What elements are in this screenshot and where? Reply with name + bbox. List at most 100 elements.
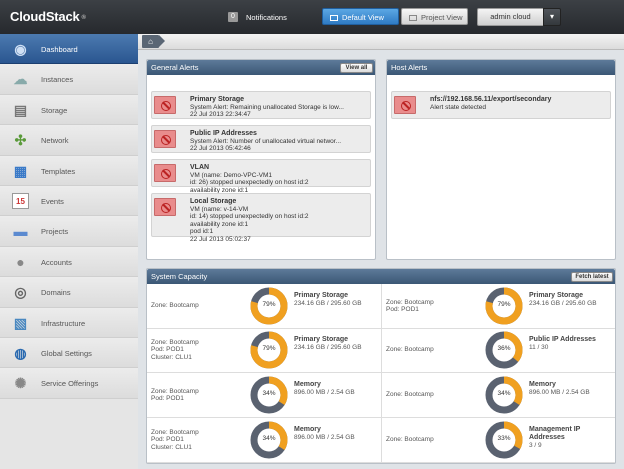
capacity-scope-line: Pod: POD1 xyxy=(151,346,184,354)
sidebar-item-label: Instances xyxy=(41,75,74,85)
alert-detail: id: 14) stopped unexpectedly on host id:… xyxy=(190,213,309,220)
sidebar-item-accounts[interactable]: ● Accounts xyxy=(0,246,138,278)
capacity-donut-chart: 34% xyxy=(484,375,524,415)
capacity-cell: Zone: Bootcamp Pod: POD1 Cluster: CLU1 79% P… xyxy=(147,328,382,373)
alert-item[interactable]: Public IP Addresses System Alert: Number … xyxy=(151,125,371,153)
sidebar-item-domains[interactable]: ◎ Domains xyxy=(0,277,138,308)
project-view-button[interactable]: Project View xyxy=(401,8,468,25)
sidebar-item-service-offerings[interactable]: ✺ Service Offerings xyxy=(0,368,138,399)
capacity-donut-chart: 33% xyxy=(484,420,524,460)
donut-percent-label: 36% xyxy=(497,345,511,352)
sidebar-item-dashboard[interactable]: ◉ Dashboard xyxy=(0,34,138,65)
capacity-cell: Zone: Bootcamp 36% Public IP Addresses 11 /… xyxy=(382,328,615,373)
top-bar: CloudStack ® 0 Notifications Default View… xyxy=(0,0,624,34)
alert-text: nfs://192.168.56.11/export/secondary Aler… xyxy=(430,96,551,111)
donut-percent-label: 79% xyxy=(262,345,276,352)
system-capacity-title: System Capacity xyxy=(147,269,615,284)
capacity-scope-line: Zone: Bootcamp xyxy=(151,387,199,395)
donut-percent-label: 33% xyxy=(497,435,511,442)
notifications-link[interactable]: Notifications xyxy=(246,13,287,22)
alert-item[interactable]: VLAN VM (name: Demo-VPC-VM1 id: 26) stoppe… xyxy=(151,159,371,201)
alert-text: Primary Storage System Alert: Remaining u… xyxy=(190,96,344,119)
sidebar-item-events[interactable]: 15 Events xyxy=(0,185,138,217)
capacity-scope-line: Pod: POD1 xyxy=(151,395,184,402)
capacity-scope: Zone: Bootcamp xyxy=(386,346,434,354)
capacity-cell: Zone: Bootcamp 34% Memory 896.00 MB / 2.54 … xyxy=(382,373,615,418)
sidebar-item-label: Accounts xyxy=(41,257,72,267)
alert-title: Primary Storage xyxy=(190,96,245,103)
sidebar-item-infrastructure[interactable]: ▧ Infrastructure xyxy=(0,307,138,338)
sidebar-item-label: Service Offerings xyxy=(41,379,99,389)
template-icon: ▦ xyxy=(13,162,28,179)
capacity-scope-line: Pod: POD1 xyxy=(386,306,419,313)
alert-detail: System Alert: Number of unallocated virt… xyxy=(190,137,342,145)
capacity-cell: Zone: Bootcamp Pod: POD1 79% Primary Storag… xyxy=(382,284,615,329)
alert-detail: 22 Jul 2013 05:02:37 xyxy=(190,235,251,243)
user-menu-button[interactable]: admin cloud xyxy=(477,8,544,26)
capacity-scope-line: Zone: Bootcamp xyxy=(151,338,199,346)
sidebar-item-label: Storage xyxy=(41,105,68,115)
view-icon xyxy=(330,15,338,21)
alert-detail: availability zone id:1 xyxy=(190,220,249,228)
capacity-scope: Zone: Bootcamp Pod: POD1 xyxy=(386,299,434,314)
capacity-title: Primary Storage xyxy=(294,336,349,343)
alert-detail: id: 26) stopped unexpectedly on host id:… xyxy=(190,179,309,186)
sidebar-item-storage[interactable]: ▤ Storage xyxy=(0,94,138,126)
chevron-down-icon[interactable]: ▾ xyxy=(543,8,561,26)
dashboard-icon: ◉ xyxy=(14,41,27,57)
folder-icon: ▬ xyxy=(13,223,28,240)
capacity-title: Memory xyxy=(529,381,556,388)
capacity-donut-chart: 34% xyxy=(249,420,289,460)
capacity-value: 234.16 GB / 295.60 GB xyxy=(294,300,362,307)
alert-item[interactable]: nfs://192.168.56.11/export/secondary Aler… xyxy=(391,91,611,119)
alert-item[interactable]: Primary Storage System Alert: Remaining u… xyxy=(151,91,371,119)
sidebar-item-projects[interactable]: ▬ Projects xyxy=(0,216,138,247)
alert-title: nfs://192.168.56.11/export/secondary xyxy=(430,96,552,103)
capacity-value: 234.16 GB / 295.60 GB xyxy=(529,300,597,307)
capacity-cell: Zone: Bootcamp 79% Primary Storage 234.16 G… xyxy=(147,284,382,329)
alert-detail: VM (name: Demo-VPC-VM1 xyxy=(190,171,272,179)
cloud-icon: ☁ xyxy=(13,71,28,88)
home-icon[interactable]: ⌂ xyxy=(142,35,159,48)
alert-text: Local Storage VM (name: v-14-VM id: 14) st… xyxy=(190,198,309,243)
sidebar-item-instances[interactable]: ☁ Instances xyxy=(0,64,138,95)
domain-icon: ◎ xyxy=(14,284,27,301)
sidebar-item-templates[interactable]: ▦ Templates xyxy=(0,155,138,186)
capacity-cell: Zone: Bootcamp Pod: POD1 Cluster: CLU1 34% M… xyxy=(147,418,382,463)
sidebar-item-network[interactable]: ✣ Network xyxy=(0,125,138,156)
capacity-value: 3 / 9 xyxy=(529,442,542,449)
fetch-latest-button[interactable]: Fetch latest xyxy=(571,272,613,282)
view-icon xyxy=(409,15,417,21)
capacity-title: Primary Storage xyxy=(294,292,349,299)
sidebar-item-label: Events xyxy=(41,196,64,206)
view-all-button[interactable]: View all xyxy=(340,63,373,73)
donut-percent-label: 34% xyxy=(497,390,511,397)
donut-percent-label: 79% xyxy=(262,301,276,308)
sidebar-item-label: Global Settings xyxy=(41,348,92,358)
network-icon: ✣ xyxy=(14,132,27,149)
donut-percent-label: 79% xyxy=(497,301,511,308)
sidebar-item-global-settings[interactable]: ◍ Global Settings xyxy=(0,337,138,369)
capacity-value: 896.00 MB / 2.54 GB xyxy=(294,389,355,396)
alert-item[interactable]: Local Storage VM (name: v-14-VM id: 14) st… xyxy=(151,193,371,243)
alert-icon xyxy=(154,130,176,148)
notifications-count-badge[interactable]: 0 xyxy=(228,12,238,22)
sidebar-item-label: Projects xyxy=(41,227,69,237)
capacity-scope: Zone: Bootcamp xyxy=(151,302,199,310)
capacity-value: 896.00 MB / 2.54 GB xyxy=(529,389,590,396)
alert-text: Public IP Addresses System Alert: Number … xyxy=(190,130,341,153)
system-capacity-panel: System Capacity Fetch latest Zone: Bootc… xyxy=(146,268,616,464)
sidebar-item-label: Templates xyxy=(41,166,76,176)
alert-detail: 22 Jul 2013 22:34:47 xyxy=(190,111,251,118)
alert-detail: VM (name: v-14-VM xyxy=(190,205,249,213)
default-view-button[interactable]: Default View xyxy=(322,8,399,25)
calendar-icon: 15 xyxy=(12,192,29,209)
user-icon: ● xyxy=(16,253,25,270)
donut-percent-label: 34% xyxy=(262,390,276,397)
capacity-scope-line: Zone: Bootcamp xyxy=(151,302,199,310)
capacity-scope-line: Zone: Bootcamp xyxy=(151,428,199,436)
capacity-title: Memory xyxy=(294,381,321,388)
alert-title: Local Storage xyxy=(190,198,237,205)
storage-icon: ▤ xyxy=(13,101,28,118)
app-logo[interactable]: CloudStack ® xyxy=(10,9,86,24)
